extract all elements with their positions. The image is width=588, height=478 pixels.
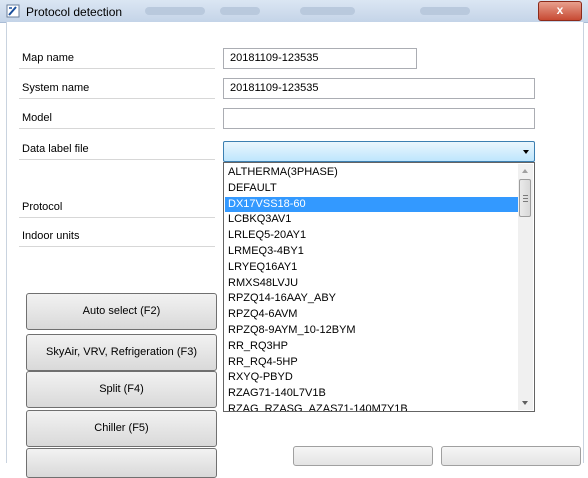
system-name-label: System name <box>19 78 215 99</box>
map-name-field[interactable]: 20181109-123535 <box>223 48 417 69</box>
scroll-down-icon[interactable] <box>522 401 528 405</box>
scroll-up-icon[interactable] <box>522 169 528 173</box>
data-label-file-dropdown: ALTHERMA(3PHASE) DEFAULT DX17VSS18-60 LCBKQ… <box>223 162 535 412</box>
split-button[interactable]: Split (F4) <box>26 371 217 408</box>
data-label-file-select[interactable] <box>223 141 535 162</box>
map-name-label: Map name <box>19 48 215 69</box>
titlebar-ghost-text <box>145 7 205 15</box>
app-icon <box>6 4 20 18</box>
bottom-button-1[interactable] <box>293 446 433 466</box>
dropdown-item[interactable]: LRLEQ5-20AY1 <box>225 228 519 244</box>
next-side-button[interactable] <box>26 448 217 478</box>
dropdown-item[interactable]: DEFAULT <box>225 181 519 197</box>
dropdown-item[interactable]: LCBKQ3AV1 <box>225 212 519 228</box>
model-field[interactable] <box>223 108 535 129</box>
close-button[interactable]: x <box>538 1 582 21</box>
window-title: Protocol detection <box>26 5 123 19</box>
model-label: Model <box>19 108 215 129</box>
scrollbar-thumb[interactable] <box>519 179 531 217</box>
dropdown-item[interactable]: DX17VSS18-60 <box>225 196 519 213</box>
auto-select-button[interactable]: Auto select (F2) <box>26 293 217 330</box>
dropdown-list: ALTHERMA(3PHASE) DEFAULT DX17VSS18-60 LCBKQ… <box>225 165 519 411</box>
dropdown-item[interactable]: LRYEQ16AY1 <box>225 260 519 276</box>
dialog-content: Map name System name Model Data label fi… <box>6 22 584 478</box>
dropdown-item[interactable]: RPZQ8-9AYM_10-12BYM <box>225 323 519 339</box>
skyair-vrv-refrigeration-button[interactable]: SkyAir, VRV, Refrigeration (F3) <box>26 334 217 371</box>
titlebar-ghost-text <box>300 7 355 15</box>
bottom-button-2[interactable] <box>441 446 581 466</box>
dropdown-item[interactable]: RZAG_RZASG_AZAS71-140M7Y1B <box>225 402 519 411</box>
dropdown-item[interactable]: RR_RQ4-5HP <box>225 355 519 371</box>
dropdown-item[interactable]: RZAG71-140L7V1B <box>225 386 519 402</box>
dropdown-item[interactable]: RXYQ-PBYD <box>225 370 519 386</box>
data-label-file-label: Data label file <box>19 139 215 160</box>
dropdown-item[interactable]: RMXS48LVJU <box>225 276 519 292</box>
window-titlebar: Protocol detection x <box>0 0 588 23</box>
system-name-field[interactable]: 20181109-123535 <box>223 78 535 99</box>
protocol-label: Protocol <box>19 197 215 218</box>
chevron-down-icon[interactable] <box>523 150 529 154</box>
titlebar-ghost-text <box>420 7 470 15</box>
chiller-button[interactable]: Chiller (F5) <box>26 410 217 447</box>
dropdown-scrollbar[interactable] <box>518 164 533 410</box>
titlebar-ghost-text <box>220 7 260 15</box>
dropdown-item[interactable]: LRMEQ3-4BY1 <box>225 244 519 260</box>
indoor-units-label: Indoor units <box>19 226 215 247</box>
dropdown-item[interactable]: ALTHERMA(3PHASE) <box>225 165 519 181</box>
dropdown-item[interactable]: RPZQ4-6AVM <box>225 307 519 323</box>
close-icon: x <box>556 3 564 17</box>
dropdown-item[interactable]: RR_RQ3HP <box>225 339 519 355</box>
dropdown-item[interactable]: RPZQ14-16AAY_ABY <box>225 291 519 307</box>
